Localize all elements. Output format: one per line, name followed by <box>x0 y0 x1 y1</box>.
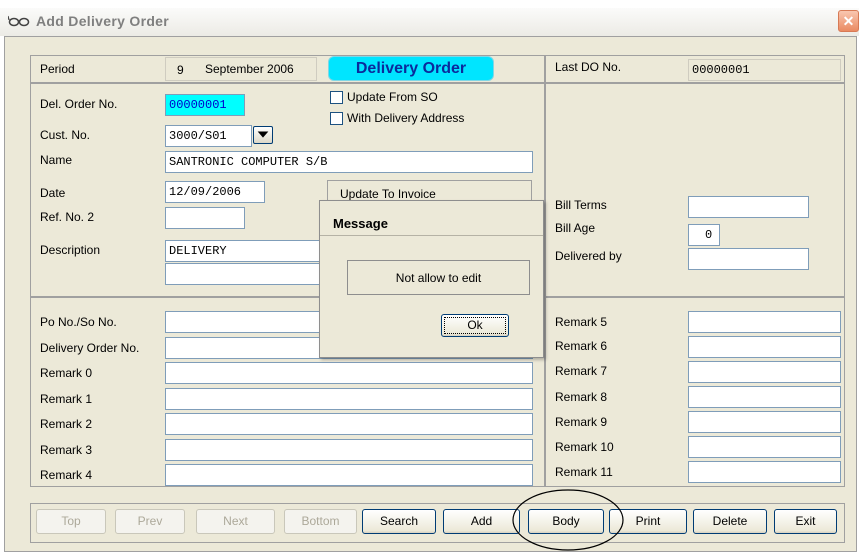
del-order-field[interactable]: 00000001 <box>165 94 245 116</box>
update-to-invoice-label: Update To Invoice <box>340 187 436 201</box>
description-label: Description <box>40 243 101 257</box>
remark-right-label: Remark 7 <box>555 364 608 378</box>
bill-age-field[interactable]: 0 <box>688 224 720 246</box>
remark-right-field[interactable] <box>688 436 841 458</box>
exit-button[interactable]: Exit <box>774 509 837 534</box>
window-title: Add Delivery Order <box>36 13 169 29</box>
delivery-order-banner: Delivery Order <box>328 56 494 81</box>
remark-right-field[interactable] <box>688 461 841 483</box>
ref-no2-label: Ref. No. 2 <box>40 210 95 224</box>
bill-age-label: Bill Age <box>555 221 596 235</box>
cust-no-field[interactable]: 3000/S01 <box>165 125 252 147</box>
ok-button[interactable]: Ok <box>441 314 509 337</box>
bill-terms-field[interactable] <box>688 196 809 218</box>
remark-right-field[interactable] <box>688 336 841 358</box>
remark-right-label: Remark 6 <box>555 339 608 353</box>
del-order-label: Del. Order No. <box>40 97 118 111</box>
update-from-so-checkbox[interactable] <box>330 91 343 104</box>
cust-no-label: Cust. No. <box>40 128 91 142</box>
with-delivery-address-checkbox[interactable] <box>330 112 343 125</box>
remark-left-field[interactable] <box>165 362 533 384</box>
remark-left-label: Po No./So No. <box>40 315 117 329</box>
period-text: September 2006 <box>205 62 294 76</box>
remark-left-field[interactable] <box>165 388 533 410</box>
remark-left-field[interactable] <box>165 439 533 461</box>
dialog-divider <box>320 235 543 236</box>
remark-left-label: Remark 0 <box>40 366 93 380</box>
remark-right-label: Remark 9 <box>555 415 608 429</box>
remark-right-label: Remark 5 <box>555 315 608 329</box>
remark-right-field[interactable] <box>688 311 841 333</box>
name-field[interactable]: SANTRONIC COMPUTER S/B <box>165 151 533 173</box>
name-label: Name <box>40 153 73 167</box>
remark-right-label: Remark 10 <box>555 440 614 454</box>
remark-left-label: Remark 4 <box>40 468 93 482</box>
remark-left-field[interactable] <box>165 413 533 435</box>
delivered-by-field[interactable] <box>688 248 809 270</box>
cust-no-dropdown-button[interactable] <box>253 126 273 144</box>
glasses-icon <box>8 15 30 27</box>
ref-no2-field[interactable] <box>165 207 245 229</box>
last-do-label: Last DO No. <box>555 60 622 74</box>
delivered-by-label: Delivered by <box>555 249 622 263</box>
remark-left-label: Delivery Order No. <box>40 341 140 355</box>
remark-right-field[interactable] <box>688 386 841 408</box>
chevron-down-icon <box>257 131 269 138</box>
period-number: 9 <box>177 63 184 77</box>
bill-terms-label: Bill Terms <box>555 198 607 212</box>
search-button[interactable]: Search <box>362 509 436 534</box>
remark-right-label: Remark 11 <box>555 465 613 479</box>
remark-left-field[interactable] <box>165 464 533 486</box>
remark-left-label: Remark 1 <box>40 392 93 406</box>
remark-right-field[interactable] <box>688 361 841 383</box>
update-from-so-label: Update From SO <box>347 90 438 104</box>
period-label: Period <box>40 62 75 76</box>
next-button[interactable]: Next <box>196 509 275 534</box>
remark-left-label: Remark 3 <box>40 443 93 457</box>
annotation-ellipse <box>512 489 624 551</box>
close-button[interactable]: ✕ <box>838 10 859 32</box>
remark-right-label: Remark 8 <box>555 390 608 404</box>
remark-left-label: Remark 2 <box>40 417 93 431</box>
dialog-title: Message <box>333 216 388 231</box>
prev-button[interactable]: Prev <box>115 509 185 534</box>
last-do-field: 00000001 <box>688 59 841 81</box>
date-label: Date <box>40 186 66 200</box>
bottom-button[interactable]: Bottom <box>284 509 357 534</box>
top-button[interactable]: Top <box>36 509 106 534</box>
dialog-message: Not allow to edit <box>347 260 530 295</box>
date-field[interactable]: 12/09/2006 <box>165 181 265 203</box>
delete-button[interactable]: Delete <box>693 509 767 534</box>
with-delivery-address-label: With Delivery Address <box>347 111 465 125</box>
remark-right-field[interactable] <box>688 411 841 433</box>
close-icon: ✕ <box>842 13 855 29</box>
